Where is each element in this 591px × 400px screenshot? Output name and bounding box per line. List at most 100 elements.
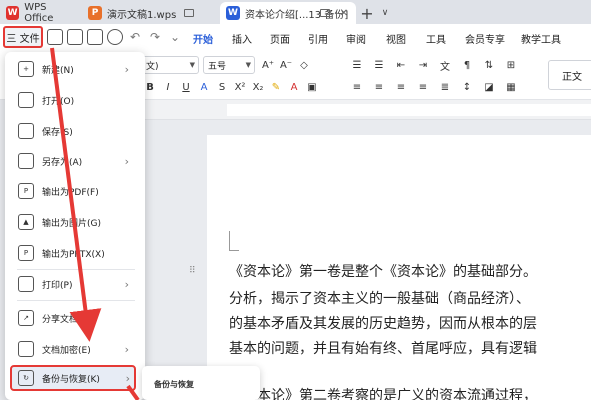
document-line: 的基本矛盾及其发展的历史趋势，因而从根本的层 (229, 316, 537, 332)
margin-corner-mark (229, 231, 239, 251)
backup-icon: ↻ (18, 370, 34, 386)
align-left-icon[interactable]: ≡ (350, 80, 364, 94)
show-marks-icon[interactable]: ¶ (460, 58, 474, 72)
underline-icon[interactable]: U (179, 80, 193, 94)
bold-icon[interactable]: B (143, 80, 157, 94)
paragraph-handle-icon[interactable]: ⠿ (189, 266, 197, 278)
tab-references[interactable]: 引用 (308, 31, 328, 46)
tab-insert[interactable]: 插入 (232, 31, 252, 46)
wps-logo-icon: W (6, 6, 20, 20)
superscript-icon[interactable]: X² (233, 80, 247, 94)
style-normal[interactable]: 正文 (548, 60, 591, 90)
italic-icon[interactable]: I (161, 80, 175, 94)
shrink-font-icon[interactable]: A⁻ (279, 58, 293, 72)
subscript-icon[interactable]: X₂ (251, 80, 265, 94)
save-icon (18, 123, 34, 139)
tab-wps-office[interactable]: W WPS Office (0, 2, 82, 24)
menu-item-open[interactable]: 打开(O) (5, 87, 145, 113)
file-menu-dropdown: + 新建(N) › 打开(O) 保存(S) 另存为(A) › P 输出为PDF(… (5, 52, 145, 400)
presentation-icon: P (88, 6, 102, 20)
title-bar: W WPS Office P 演示文稿1.wps W 资本论介绍[...13 备… (0, 0, 591, 24)
monitor-icon[interactable] (184, 9, 194, 17)
tab-teaching-tools[interactable]: 教学工具 (521, 31, 561, 46)
file-menu-button[interactable]: 三 文件 (3, 26, 43, 48)
align-center-icon[interactable]: ≡ (372, 80, 386, 94)
writer-icon: W (226, 6, 240, 20)
shading-icon[interactable]: ◪ (482, 80, 496, 94)
clear-format-icon[interactable]: ◇ (297, 58, 311, 72)
menu-item-label: 保存(S) (42, 127, 73, 138)
menu-item-label: 输出为PPTX(X) (42, 249, 105, 260)
horizontal-ruler[interactable] (145, 100, 591, 120)
new-doc-icon: + (18, 61, 34, 77)
strikethrough-icon[interactable]: S (215, 80, 229, 94)
chevron-down-icon: ▼ (189, 61, 195, 69)
save-icon[interactable] (47, 29, 63, 45)
pdf-icon: P (18, 183, 34, 199)
ruler-text-area (227, 104, 591, 116)
font-name-select[interactable]: 文) ▼ (141, 56, 199, 74)
grow-font-icon[interactable]: A⁺ (261, 58, 275, 72)
chevron-right-icon: › (124, 154, 129, 168)
char-shading-icon[interactable]: ▣ (305, 80, 319, 94)
menu-separator (17, 269, 135, 270)
print-icon (18, 276, 34, 292)
chevron-down-icon[interactable]: ⌄ (167, 29, 183, 45)
table-borders-icon[interactable]: ▦ (504, 80, 518, 94)
print-icon[interactable] (87, 29, 103, 45)
preview-icon[interactable] (107, 29, 123, 45)
numbering-icon[interactable]: ☰ (372, 58, 386, 72)
tab-member[interactable]: 会员专享 (465, 31, 505, 46)
document-line: 基本的问题，并且有始有终、首尾呼应，具有逻辑 (229, 341, 537, 357)
close-icon[interactable]: ✕ (340, 8, 348, 19)
outdent-icon[interactable]: ⇤ (394, 58, 408, 72)
menu-item-export-pptx[interactable]: P 输出为PPTX(X) (5, 240, 145, 266)
tab-page[interactable]: 页面 (270, 31, 290, 46)
export-pdf-icon[interactable] (67, 29, 83, 45)
line-spacing-icon[interactable]: ↕ (460, 80, 474, 94)
pptx-icon: P (18, 245, 34, 261)
chevron-right-icon: › (124, 342, 129, 356)
chevron-right-icon: › (125, 371, 130, 385)
chevron-down-icon: ▼ (245, 61, 251, 69)
chevron-right-icon: › (124, 62, 129, 76)
tab-tools[interactable]: 工具 (426, 31, 446, 46)
sort-icon[interactable]: ⇅ (482, 58, 496, 72)
font-size-select[interactable]: 五号 ▼ (203, 56, 255, 74)
document-line: 《资本论》第二卷考察的是广义的资本流通过程， (229, 388, 537, 400)
menu-item-encrypt[interactable]: 文档加密(E) › (5, 336, 145, 362)
monitor-icon[interactable] (320, 9, 330, 17)
chevron-down-icon[interactable]: ∨ (378, 2, 392, 24)
menu-item-share[interactable]: ↗ 分享文档(D) (5, 305, 145, 331)
tab-presentation[interactable]: P 演示文稿1.wps (82, 2, 220, 24)
bullets-icon[interactable]: ☰ (350, 58, 364, 72)
undo-icon[interactable]: ↶ (127, 29, 143, 45)
menu-item-backup-restore[interactable]: ↻ 备份与恢复(K) › (10, 365, 136, 391)
tab-label: WPS Office (24, 2, 54, 24)
new-tab-button[interactable]: + (356, 2, 378, 24)
highlight-icon[interactable]: ✎ (269, 80, 283, 94)
menu-item-export-image[interactable]: ▲ 输出为图片(G) (5, 209, 145, 235)
indent-icon[interactable]: ⇥ (416, 58, 430, 72)
align-right-icon[interactable]: ≡ (394, 80, 408, 94)
justify-icon[interactable]: ≡ (416, 80, 430, 94)
menu-item-new[interactable]: + 新建(N) › (5, 56, 145, 82)
tab-view[interactable]: 视图 (386, 31, 406, 46)
tab-document-active[interactable]: W 资本论介绍[...13 备份] ✕ (220, 2, 356, 24)
image-icon: ▲ (18, 214, 34, 230)
menu-item-export-pdf[interactable]: P 输出为PDF(F) (5, 178, 145, 204)
redo-icon[interactable]: ↷ (147, 29, 163, 45)
distributed-icon[interactable]: ≣ (438, 80, 452, 94)
tab-home[interactable]: 开始 (193, 31, 213, 52)
menu-item-save[interactable]: 保存(S) (5, 118, 145, 144)
menu-separator (17, 300, 135, 301)
menu-item-print[interactable]: 打印(P) › (5, 271, 145, 297)
submenu-title: 备份与恢复 (154, 380, 194, 389)
text-effect-icon[interactable]: A (197, 80, 211, 94)
font-color-icon[interactable]: A (287, 80, 301, 94)
borders-icon[interactable]: ⊞ (504, 58, 518, 72)
tab-review[interactable]: 审阅 (346, 31, 366, 46)
menu-item-save-as[interactable]: 另存为(A) › (5, 148, 145, 174)
chinese-layout-icon[interactable]: 文 (438, 58, 452, 73)
chevron-right-icon: › (124, 277, 129, 291)
